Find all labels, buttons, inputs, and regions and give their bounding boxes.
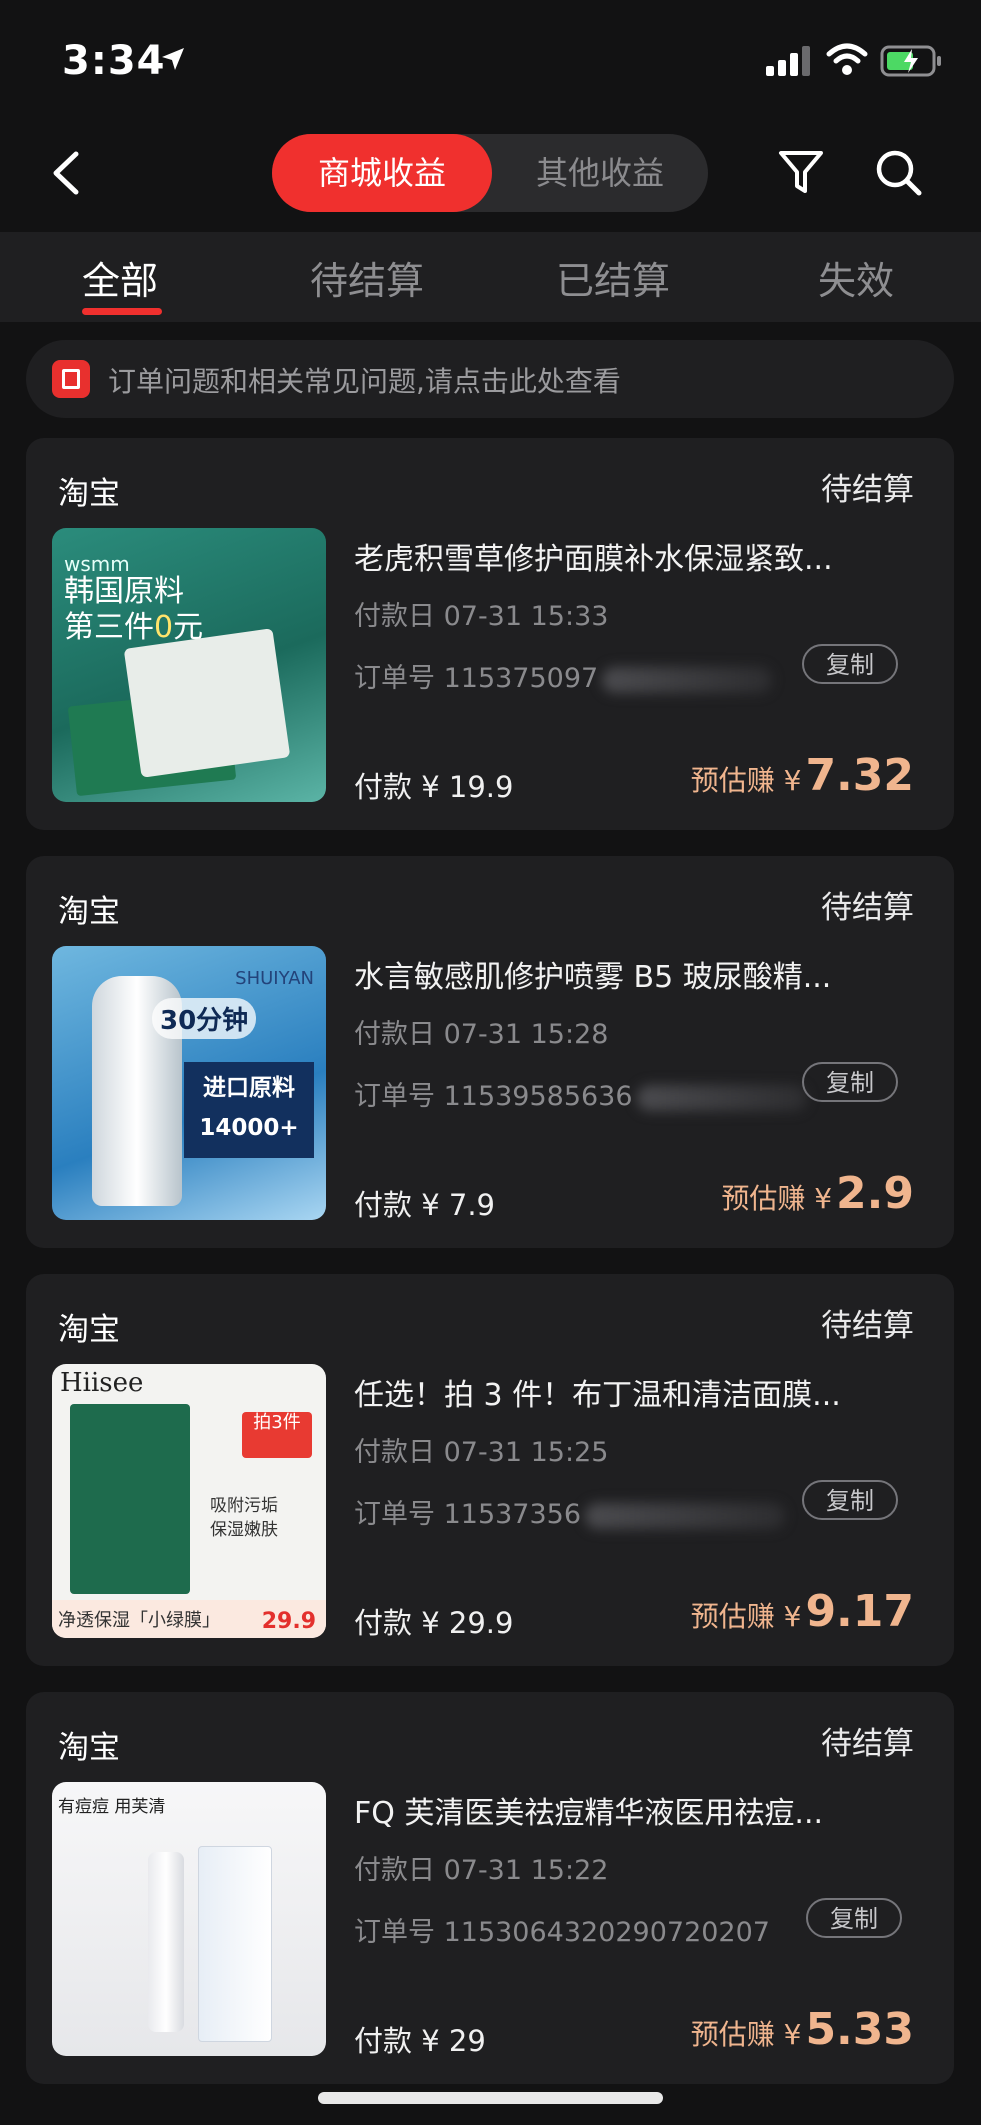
product-band-price: 29.9 [261, 1609, 316, 1634]
tab-all[interactable]: 全部 [82, 250, 158, 305]
product-mask-shape [123, 628, 291, 778]
product-box-shape [70, 1404, 190, 1594]
feature-line-2: 保湿嫩肤 [210, 1520, 278, 1540]
pay-amount: 付款 ¥ 29 [354, 2024, 486, 2058]
mall-earnings-tab[interactable]: 商城收益 [272, 134, 492, 212]
promo-line-2a: 第三件 [64, 610, 154, 645]
promo-line-1: 进口原料 [203, 1075, 295, 1101]
document-icon [52, 360, 90, 398]
battery-charging-icon [880, 45, 941, 77]
tab-settled[interactable]: 已结算 [556, 250, 670, 305]
shop-name: 淘宝 [58, 1730, 120, 1766]
promo-line-2b: 0 [154, 610, 174, 645]
cellular-signal-icon [766, 46, 810, 76]
wifi-icon [826, 43, 868, 75]
product-image[interactable]: SHUIYAN 30分钟 进口原料 14000+ [52, 946, 326, 1220]
order-status: 待结算 [821, 1308, 914, 1344]
shop-name: 淘宝 [58, 894, 120, 930]
search-icon[interactable] [874, 148, 924, 198]
product-title: 老虎积雪草修护面膜补水保湿紧致... [354, 542, 833, 577]
pay-date: 付款日 07-31 15:33 [354, 601, 609, 632]
order-number: 订单号 11539585636 [354, 1074, 807, 1113]
earn-label: 预估赚 ¥ [690, 2018, 802, 2051]
product-header-text: 有痘痘 用芙清 [58, 1797, 166, 1817]
product-image[interactable]: Hiisee 拍3件 吸附污垢 保湿嫩肤 净透保湿「小绿膜」 29.9 [52, 1364, 326, 1638]
earn-label: 预估赚 ¥ [690, 764, 802, 797]
earn-value: 7.32 [805, 750, 914, 801]
back-chevron-icon[interactable] [48, 150, 82, 196]
earn-label: 预估赚 ¥ [721, 1182, 833, 1215]
order-status: 待结算 [821, 1726, 914, 1762]
order-number: 订单号 11537356 [354, 1492, 786, 1531]
estimated-earnings: 预估赚 ¥9.17 [691, 1586, 914, 1637]
home-indicator[interactable] [318, 2092, 663, 2104]
order-number-blur [602, 666, 773, 693]
product-band-text: 净透保湿「小绿膜」 [58, 1610, 220, 1631]
promo-line-2: 14000+ [199, 1115, 299, 1141]
product-feature-text: 吸附污垢 保湿嫩肤 [210, 1494, 278, 1542]
order-number: 订单号 1153064320290720207 [354, 1917, 770, 1948]
product-title: 任选！拍 3 件！布丁温和清洁面膜... [354, 1378, 841, 1413]
tab-invalid[interactable]: 失效 [818, 250, 894, 305]
order-number-text: 订单号 11539585636 [354, 1081, 633, 1112]
product-image[interactable]: 有痘痘 用芙清 [52, 1782, 326, 2056]
filter-icon[interactable] [778, 148, 824, 196]
pay-date: 付款日 07-31 15:28 [354, 1019, 609, 1050]
copy-button[interactable]: 复制 [806, 1898, 902, 1938]
tab-pending[interactable]: 待结算 [310, 250, 424, 305]
order-number-blur [636, 1084, 807, 1111]
product-brand-text: wsmm [64, 552, 130, 576]
feature-line-1: 吸附污垢 [210, 1496, 278, 1516]
product-title: FQ 芙清医美祛痘精华液医用祛痘... [354, 1796, 824, 1831]
earn-label: 预估赚 ¥ [690, 1600, 802, 1633]
product-promo-box: 进口原料 14000+ [184, 1062, 314, 1158]
order-number: 订单号 115375097 [354, 656, 773, 695]
order-card[interactable]: 淘宝 待结算 有痘痘 用芙清 FQ 芙清医美祛痘精华液医用祛痘... 付款日 0… [26, 1692, 954, 2084]
order-card[interactable]: 淘宝 待结算 SHUIYAN 30分钟 进口原料 14000+ 水言敏感肌修护喷… [26, 856, 954, 1248]
order-status: 待结算 [821, 890, 914, 926]
order-number-blur [585, 1502, 786, 1529]
pay-date: 付款日 07-31 15:22 [354, 1855, 609, 1886]
other-earnings-tab[interactable]: 其他收益 [492, 134, 708, 212]
order-status: 待结算 [821, 472, 914, 508]
status-bar: 3:34 [0, 0, 981, 120]
copy-button[interactable]: 复制 [802, 644, 898, 684]
order-number-text: 订单号 11537356 [354, 1499, 582, 1530]
earnings-segment: 商城收益 其他收益 [272, 134, 708, 212]
product-title: 水言敏感肌修护喷雾 B5 玻尿酸精... [354, 960, 832, 995]
location-arrow-icon [162, 48, 184, 70]
active-tab-underline [82, 308, 162, 315]
order-number-text: 订单号 115375097 [354, 663, 599, 694]
product-promo-text: 韩国原料 第三件0元 [64, 574, 203, 646]
earn-value: 9.17 [805, 1586, 914, 1637]
shop-name: 淘宝 [58, 476, 120, 512]
estimated-earnings: 预估赚 ¥7.32 [691, 750, 914, 801]
status-time: 3:34 [62, 38, 166, 84]
product-brand-text: Hiisee [60, 1368, 144, 1398]
estimated-earnings: 预估赚 ¥2.9 [721, 1168, 914, 1219]
status-tabs: 全部 待结算 已结算 失效 [0, 232, 981, 322]
notice-text: 订单问题和相关常见问题,请点击此处查看 [108, 365, 621, 398]
product-badge-text: 30分钟 [152, 998, 257, 1039]
estimated-earnings: 预估赚 ¥5.33 [691, 2004, 914, 2055]
earn-value: 2.9 [836, 1168, 914, 1219]
copy-button[interactable]: 复制 [802, 1480, 898, 1520]
order-card[interactable]: 淘宝 待结算 wsmm 韩国原料 第三件0元 老虎积雪草修护面膜补水保湿紧致..… [26, 438, 954, 830]
product-tube-shape [148, 1852, 184, 2032]
product-brand-text: SHUIYAN [235, 968, 314, 989]
order-card[interactable]: 淘宝 待结算 Hiisee 拍3件 吸附污垢 保湿嫩肤 净透保湿「小绿膜」 29… [26, 1274, 954, 1666]
product-box-shape [198, 1846, 272, 2042]
pay-amount: 付款 ¥ 7.9 [354, 1188, 496, 1222]
pay-amount: 付款 ¥ 29.9 [354, 1606, 514, 1640]
earn-value: 5.33 [805, 2004, 914, 2055]
promo-line-1: 韩国原料 [64, 574, 184, 609]
pay-amount: 付款 ¥ 19.9 [354, 770, 514, 804]
copy-button[interactable]: 复制 [802, 1062, 898, 1102]
product-image[interactable]: wsmm 韩国原料 第三件0元 [52, 528, 326, 802]
shop-name: 淘宝 [58, 1312, 120, 1348]
faq-notice-bar[interactable]: 订单问题和相关常见问题,请点击此处查看 [26, 340, 954, 418]
product-promo-badge: 拍3件 [242, 1412, 312, 1458]
pay-date: 付款日 07-31 15:25 [354, 1437, 609, 1468]
